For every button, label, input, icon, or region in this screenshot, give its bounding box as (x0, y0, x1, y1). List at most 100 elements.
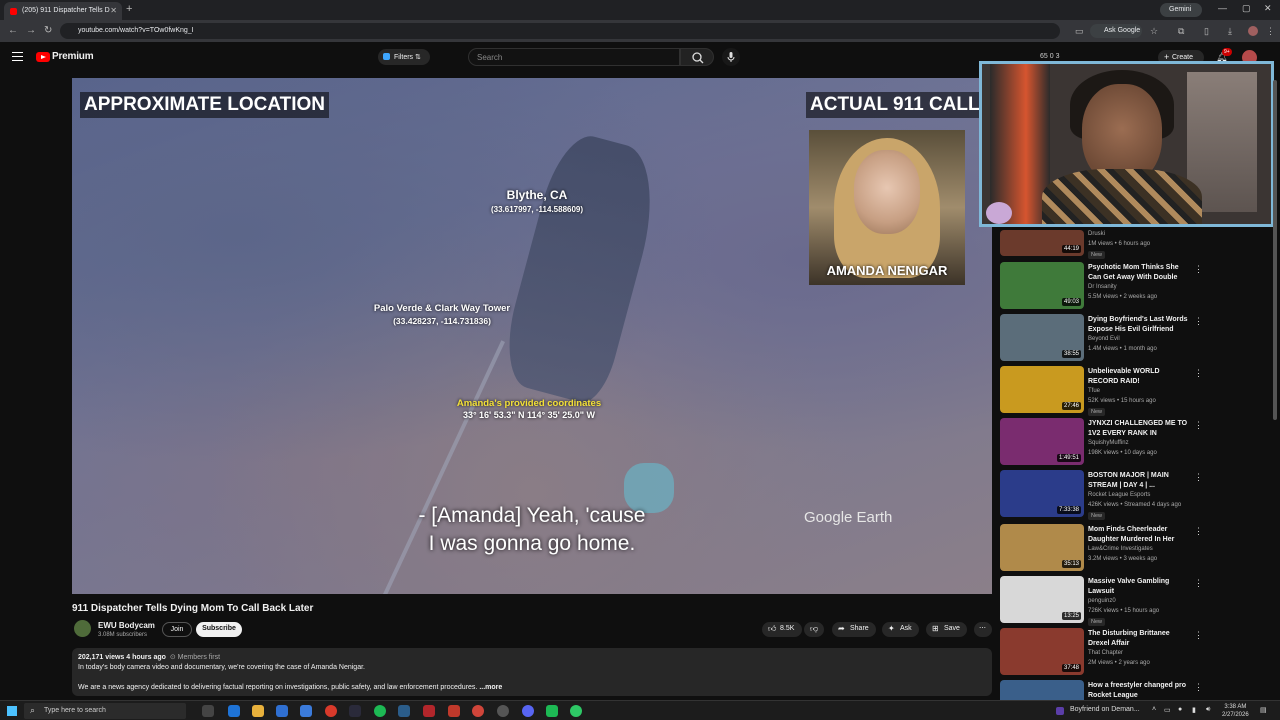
recommendation-thumbnail[interactable]: 49:03 (1000, 262, 1084, 309)
now-playing-label[interactable]: Boyfriend on Deman... (1070, 706, 1140, 713)
dislike-button[interactable]: 👎︎ (804, 622, 824, 637)
volume-icon[interactable]: 🔊︎ (1206, 706, 1210, 714)
recommendation-item[interactable]: 37:48 The Disturbing Brittanee Drexel Aff… (1000, 628, 1210, 676)
recommendation-title[interactable]: Unbelievable WORLD RECORD RAID! (1088, 367, 1188, 386)
recommendation-menu-icon[interactable]: ⋮ (1194, 526, 1203, 537)
bookmark-star-icon[interactable]: ☆ (1150, 26, 1158, 37)
browser-tab[interactable]: (205) 911 Dispatcher Tells D ✕ (4, 2, 122, 20)
ask-button[interactable]: ✦ Ask (882, 622, 919, 637)
extensions-icon[interactable]: ⧉ (1178, 26, 1184, 37)
now-playing-icon[interactable] (1056, 707, 1064, 715)
minimize-icon[interactable]: — (1218, 3, 1227, 13)
forward-icon[interactable]: → (26, 25, 36, 36)
back-icon[interactable]: ← (8, 25, 18, 36)
hamburger-menu-icon[interactable] (12, 52, 23, 61)
reload-icon[interactable]: ↻ (44, 25, 52, 36)
recommendation-title[interactable]: The Disturbing Brittanee Drexel Affair (1088, 629, 1188, 648)
recommendation-channel[interactable]: Beyond Evil (1088, 336, 1120, 342)
close-window-icon[interactable]: ✕ (1264, 3, 1272, 14)
like-button[interactable]: 👍︎ 8.5K (762, 622, 803, 637)
spotify-app-icon[interactable] (546, 705, 558, 717)
voice-search-button[interactable] (722, 48, 740, 66)
recommendation-item[interactable]: 35:13 Mom Finds Cheerleader Daughter Murd… (1000, 524, 1210, 572)
url-field[interactable]: youtube.com/watch?v=TOw0fwKng_I (60, 23, 1060, 39)
downloads-icon[interactable]: ⤓ (1228, 26, 1232, 37)
ask-google-button[interactable]: Ask Google (1090, 24, 1142, 38)
recommendation-thumbnail[interactable]: 7:33:38 (1000, 470, 1084, 517)
recommendation-menu-icon[interactable]: ⋮ (1194, 630, 1203, 641)
recommendation-channel[interactable]: Dr Insanity (1088, 284, 1117, 290)
recommendation-thumbnail[interactable]: 37:48 (1000, 628, 1084, 675)
chrome-alt-icon[interactable] (472, 705, 484, 717)
xbox-icon[interactable] (570, 705, 582, 717)
recommendation-title[interactable]: JYNXZI CHALLENGED ME TO 1V2 EVERY RANK I… (1088, 419, 1188, 439)
join-button[interactable]: Join (162, 622, 192, 637)
steam-app-icon[interactable] (398, 705, 410, 717)
windows-start-icon[interactable] (7, 706, 17, 716)
channel-avatar[interactable] (74, 620, 91, 637)
battery-icon[interactable]: ▮ (1192, 706, 1196, 714)
recommendation-item[interactable]: 44:19 Druski 1M views • 6 hours ago New (1000, 230, 1210, 259)
recommendation-thumbnail[interactable] (1000, 680, 1084, 700)
network-icon[interactable]: ▭ (1164, 706, 1171, 714)
recommendation-title[interactable]: Dying Boyfriend's Last Words Expose His … (1088, 315, 1188, 334)
mail-icon[interactable] (276, 705, 288, 717)
recommendation-item[interactable]: 27:46 Unbelievable WORLD RECORD RAID! Tfue… (1000, 366, 1210, 416)
recommendation-menu-icon[interactable]: ⋮ (1194, 472, 1203, 483)
share-button[interactable]: ➦ Share (832, 622, 876, 637)
recommendation-thumbnail[interactable]: 13:25 (1000, 576, 1084, 623)
recommendation-title[interactable]: BOSTON MAJOR | MAIN STREAM | DAY 4 | ... (1088, 471, 1188, 490)
chrome-icon[interactable] (325, 705, 337, 717)
recommendation-channel[interactable]: penguinz0 (1088, 598, 1116, 604)
recommendation-channel[interactable]: Rocket League Esports (1088, 492, 1150, 498)
gemini-button[interactable]: Gemini (1160, 3, 1202, 17)
task-view-icon[interactable] (202, 705, 214, 717)
more-actions-button[interactable]: ⋯ (974, 622, 992, 637)
recommendation-menu-icon[interactable]: ⋮ (1194, 578, 1203, 589)
file-explorer-icon[interactable] (252, 705, 264, 717)
notification-center-icon[interactable]: ▤ (1260, 706, 1267, 714)
discord-icon[interactable] (522, 705, 534, 717)
copilot-icon[interactable] (228, 705, 240, 717)
search-input[interactable]: Search (468, 48, 680, 66)
recommendation-menu-icon[interactable]: ⋮ (1194, 368, 1203, 379)
recommendation-thumbnail[interactable]: 35:13 (1000, 524, 1084, 571)
close-tab-icon[interactable]: ✕ (110, 6, 117, 15)
scrollbar-thumb[interactable] (1273, 80, 1277, 420)
channel-name[interactable]: EWU Bodycam (98, 621, 155, 630)
recommendation-item[interactable]: 13:25 Massive Valve Gambling Lawsuit pengu… (1000, 576, 1210, 626)
filters-button[interactable]: Filters ⇅ (378, 49, 430, 65)
taskbar-search-input[interactable]: ⌕ Type here to search (24, 703, 186, 719)
recommendation-channel[interactable]: Tfue (1088, 388, 1100, 394)
show-more-link[interactable]: ...more (479, 684, 502, 691)
sidepanel-icon[interactable]: ▯ (1204, 26, 1209, 37)
maximize-icon[interactable]: ▢ (1242, 3, 1251, 14)
tray-chevron-icon[interactable]: ˄ (1152, 706, 1156, 713)
recommendation-item[interactable]: 1:49:51 JYNXZI CHALLENGED ME TO 1V2 EVERY… (1000, 418, 1210, 466)
recommendation-item[interactable]: 49:03 Psychotic Mom Thinks She Can Get Aw… (1000, 262, 1210, 310)
recommendation-thumbnail[interactable]: 27:46 (1000, 366, 1084, 413)
recommendation-item[interactable]: 38:55 Dying Boyfriend's Last Words Expose… (1000, 314, 1210, 362)
recommendation-channel[interactable]: Druski (1088, 231, 1105, 237)
recommendation-title[interactable]: How a freestyler changed pro Rocket Leag… (1088, 681, 1188, 700)
recommendation-title[interactable]: Mom Finds Cheerleader Daughter Murdered … (1088, 525, 1188, 545)
recommendation-item[interactable]: How a freestyler changed pro Rocket Leag… (1000, 680, 1210, 700)
menu-kebab-icon[interactable]: ⋮ (1266, 26, 1275, 37)
search-button[interactable] (680, 48, 714, 66)
subscribe-button[interactable]: Subscribe (196, 622, 242, 637)
valorant-icon[interactable] (448, 705, 460, 717)
steam-icon[interactable] (349, 705, 361, 717)
chrome-active-icon[interactable] (497, 705, 509, 717)
taskbar-clock[interactable]: 3:38 AM 2/27/2026 (1222, 703, 1249, 719)
recommendation-menu-icon[interactable]: ⋮ (1194, 264, 1203, 275)
cast-icon[interactable]: ▭ (1075, 26, 1084, 37)
recommendation-menu-icon[interactable]: ⋮ (1194, 316, 1203, 327)
recommendation-title[interactable]: Psychotic Mom Thinks She Can Get Away Wi… (1088, 263, 1188, 283)
recommendation-thumbnail[interactable]: 1:49:51 (1000, 418, 1084, 465)
recommendation-title[interactable]: Massive Valve Gambling Lawsuit (1088, 577, 1188, 596)
save-button[interactable]: ⊞ Save (926, 622, 967, 637)
recommendation-item[interactable]: 7:33:38 BOSTON MAJOR | MAIN STREAM | DAY … (1000, 470, 1210, 520)
mic-tray-icon[interactable]: ● (1178, 706, 1182, 713)
recommendation-menu-icon[interactable]: ⋮ (1194, 420, 1203, 431)
spotify-icon[interactable] (374, 705, 386, 717)
